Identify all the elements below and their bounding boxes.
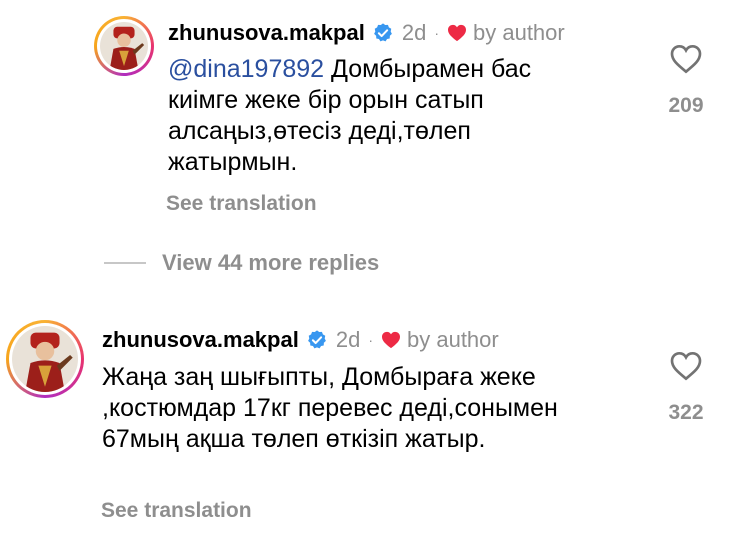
heart-outline-icon[interactable] [670, 44, 702, 74]
like-column: 322 [646, 351, 726, 425]
comment-body: Жаңа заң шығыпты, Домбыраға жеке ,костюм… [102, 363, 558, 453]
heart-outline-icon[interactable] [670, 351, 702, 381]
separator-dot: · [434, 25, 439, 41]
like-count: 209 [668, 94, 704, 117]
avatar-photo [12, 326, 78, 392]
comment-text: @dina197892 Домбырамен бас киімге жеке б… [168, 54, 588, 178]
comment-meta: zhunusova.makpal 2d · by author [168, 20, 565, 46]
liked-by-author-label: by author [473, 20, 565, 45]
username[interactable]: zhunusova.makpal [102, 327, 299, 353]
view-more-replies-label: View 44 more replies [162, 250, 380, 275]
avatar-person-icon [100, 22, 148, 70]
avatar[interactable] [6, 320, 84, 398]
separator-dot: · [368, 332, 373, 348]
heart-filled-icon [382, 331, 400, 349]
avatar-person-icon [12, 326, 78, 392]
timestamp: 2d [401, 20, 427, 45]
avatar[interactable] [94, 16, 154, 76]
heart-filled-icon [448, 24, 466, 42]
comment-text: Жаңа заң шығыпты, Домбыраға жеке ,костюм… [102, 362, 622, 455]
username[interactable]: zhunusova.makpal [168, 20, 365, 46]
view-more-replies-button[interactable]: View 44 more replies [104, 250, 379, 276]
mention-link[interactable]: @dina197892 [168, 55, 324, 83]
verified-badge-icon [307, 330, 326, 349]
verified-badge-icon [373, 23, 392, 42]
see-translation-button[interactable]: See translation [101, 499, 252, 523]
liked-by-author-label: by author [407, 327, 499, 352]
replies-divider-line [104, 262, 146, 264]
timestamp: 2d [335, 327, 361, 352]
see-translation-button[interactable]: See translation [166, 192, 317, 216]
like-column: 209 [646, 44, 726, 118]
comment-meta: zhunusova.makpal 2d · by author [102, 327, 499, 353]
avatar-photo [100, 22, 148, 70]
like-count: 322 [668, 401, 704, 424]
